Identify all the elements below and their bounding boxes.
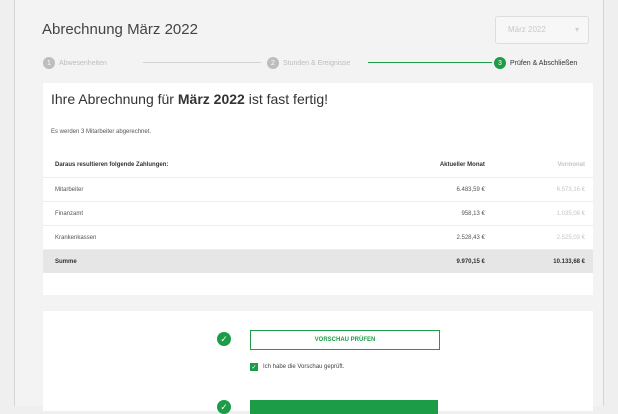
month-select-value: März 2022 (508, 25, 546, 34)
step-connector-active (368, 62, 492, 63)
total-label: Summe (43, 249, 360, 273)
month-select[interactable]: März 2022 ▾ (495, 16, 589, 44)
stepper: 1 Abwesenheiten 2 Stunden & Ereignisse 3… (43, 56, 591, 70)
headline-month: März 2022 (177, 91, 245, 107)
step-hours-events[interactable]: 2 Stunden & Ereignisse (267, 56, 350, 70)
check-circle-icon: ✓ (217, 332, 231, 346)
summary-headline: Ihre Abrechnung für März 2022 ist fast f… (51, 91, 328, 107)
check-circle-icon: ✓ (217, 400, 231, 414)
row-current: 958,13 € (359, 201, 493, 226)
table-row: Mitarbeiter 6.483,59 € 6.573,16 € (43, 177, 593, 202)
total-previous: 10.133,68 € (492, 249, 593, 273)
step-review-finish[interactable]: 3 Prüfen & Abschließen (494, 56, 577, 70)
row-current: 6.483,59 € (359, 177, 493, 202)
row-previous: 2.525,03 € (492, 225, 593, 250)
step-connector (143, 62, 261, 63)
preview-confirm-checkbox[interactable]: ✓ (250, 363, 258, 371)
summary-card: Ihre Abrechnung für März 2022 ist fast f… (43, 83, 593, 295)
total-current: 9.970,15 € (359, 249, 493, 273)
row-label: Mitarbeiter (43, 177, 360, 202)
preview-button[interactable]: VORSCHAU PRÜFEN (250, 330, 440, 350)
headline-suffix: ist fast fertig! (248, 91, 329, 107)
employee-count-note: Es werden 3 Mitarbeiter abgerechnet. (51, 129, 152, 135)
col-header-current-month: Aktueller Monat (439, 162, 485, 168)
table-header-row: Daraus resultieren folgende Zahlungen: A… (43, 153, 593, 178)
step-number: 1 (43, 57, 55, 69)
page-title: Abrechnung März 2022 (42, 21, 198, 38)
step-label: Prüfen & Abschließen (510, 59, 578, 67)
row-previous: 6.573,16 € (492, 177, 593, 202)
step-number: 3 (494, 57, 506, 69)
step-label: Abwesenheiten (59, 59, 107, 67)
col-header-previous-month: Vormonat (557, 162, 585, 168)
finish-button[interactable] (250, 400, 438, 414)
payments-table: Daraus resultieren folgende Zahlungen: A… (43, 153, 593, 273)
row-label: Finanzamt (43, 201, 360, 226)
actions-card: ✓ VORSCHAU PRÜFEN ✓ Ich habe die Vorscha… (43, 311, 593, 414)
chevron-down-icon: ▾ (574, 25, 579, 34)
preview-confirm-label[interactable]: Ich habe die Vorschau geprüft. (263, 364, 344, 370)
row-label: Krankenkassen (43, 225, 360, 250)
row-previous: 1.035,08 € (492, 201, 593, 226)
step-label: Stunden & Ereignisse (283, 59, 351, 67)
col-header-description: Daraus resultieren folgende Zahlungen: (55, 162, 169, 168)
table-row: Krankenkassen 2.528,43 € 2.525,03 € (43, 225, 593, 250)
table-row: Finanzamt 958,13 € 1.035,08 € (43, 201, 593, 226)
step-absences[interactable]: 1 Abwesenheiten (43, 56, 107, 70)
step-number: 2 (267, 57, 279, 69)
row-current: 2.528,43 € (359, 225, 493, 250)
table-total-row: Summe 9.970,15 € 10.133,68 € (43, 249, 593, 273)
app-frame: Abrechnung März 2022 März 2022 ▾ 1 Abwes… (14, 0, 604, 414)
headline-prefix: Ihre Abrechnung für (51, 91, 174, 107)
